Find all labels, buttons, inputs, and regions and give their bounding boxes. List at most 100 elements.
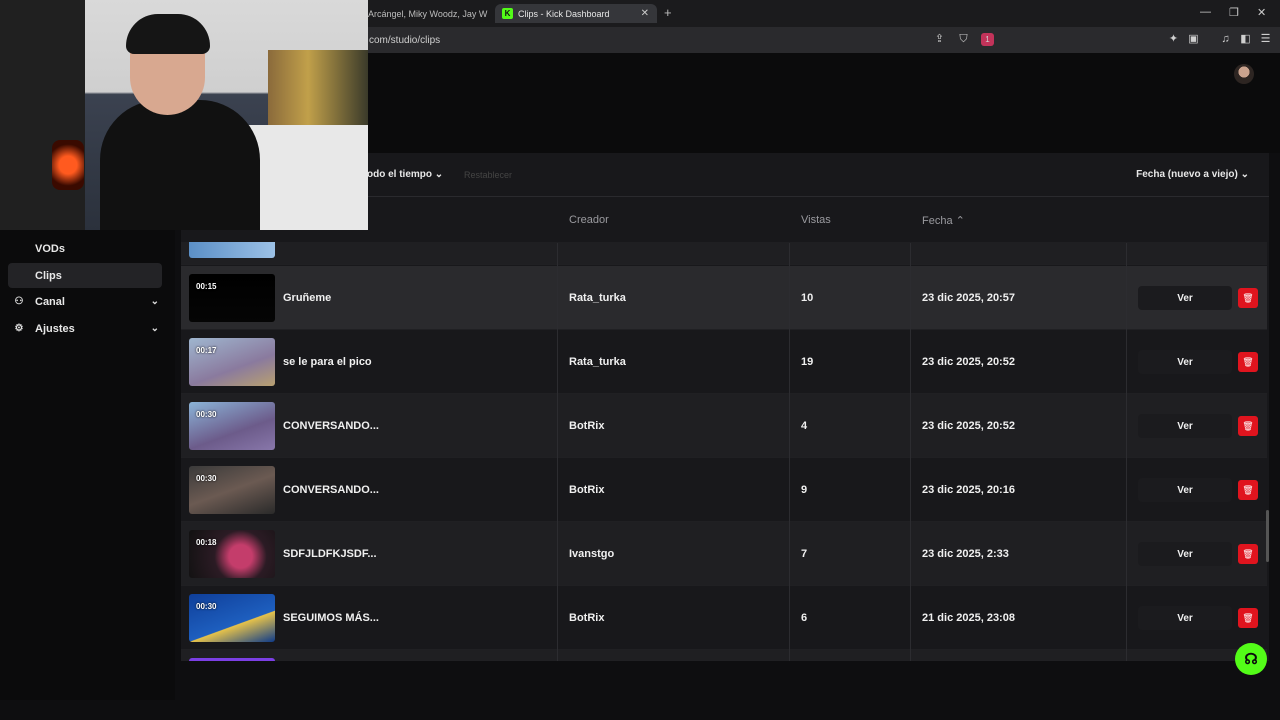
clip-views: 19: [801, 356, 814, 368]
table-row[interactable]: 00:30 SEGUIMOS MÁS... BotRix 6 21 dic 2025, …: [181, 586, 1267, 650]
table-row-partial: [181, 650, 1267, 661]
sidebar-item-vods[interactable]: VODs: [8, 236, 162, 261]
chevron-down-icon: ⌄: [434, 169, 444, 180]
reset-button[interactable]: Restablecer: [464, 170, 512, 180]
clip-title: se le para el pico: [283, 356, 372, 368]
music-icon[interactable]: ♫: [1219, 33, 1232, 46]
url-field[interactable]: com/studio/clips: [369, 35, 440, 46]
extension-badge-icon[interactable]: 1: [981, 33, 994, 46]
menu-icon[interactable]: ☰: [1259, 33, 1272, 46]
clip-creator: BotRix: [569, 612, 605, 624]
column-divider: [1126, 243, 1127, 661]
view-clip-button[interactable]: Ver: [1138, 606, 1232, 630]
clip-title: Gruñeme: [283, 292, 332, 304]
sidebar-toggle-icon[interactable]: ◧: [1239, 33, 1252, 46]
browser-tab-music[interactable]: Arcángel, Miky Woodz, Jay Whee: [368, 4, 488, 23]
kick-logo-icon: K: [502, 8, 513, 19]
delete-clip-button[interactable]: 🗑: [1238, 608, 1258, 628]
column-divider: [910, 243, 911, 661]
clip-thumbnail[interactable]: 00:30: [189, 594, 275, 642]
clip-thumbnail[interactable]: 00:30: [189, 402, 275, 450]
column-divider: [557, 243, 558, 661]
tab-title: Clips - Kick Dashboard: [518, 8, 610, 19]
close-window-icon[interactable]: ✕: [1257, 6, 1266, 19]
scrollbar[interactable]: [1266, 510, 1269, 562]
trash-icon: 🗑: [1242, 420, 1254, 431]
sidebar-item-ajustes[interactable]: ⚙ Ajustes ⌄: [8, 316, 162, 341]
delete-clip-button[interactable]: 🗑: [1238, 544, 1258, 564]
delete-clip-button[interactable]: 🗑: [1238, 416, 1258, 436]
view-clip-button[interactable]: Ver: [1138, 350, 1232, 374]
table-row-partial: [181, 242, 1267, 265]
clip-title: CONVERSANDO...: [283, 420, 379, 432]
sort-dropdown[interactable]: Fecha (nuevo a viejo) ⌄: [1136, 169, 1249, 180]
clip-date: 23 dic 2025, 20:16: [922, 484, 1015, 496]
clip-views: 7: [801, 548, 808, 560]
webcam-person: [100, 100, 260, 230]
sidebar-item-clips[interactable]: Clips: [8, 263, 162, 288]
view-clip-button[interactable]: Ver: [1138, 286, 1232, 310]
chevron-down-icon: ⌄: [1240, 169, 1249, 180]
clip-creator: Rata_turka: [569, 292, 626, 304]
close-tab-icon[interactable]: ✕: [641, 8, 649, 19]
clip-thumbnail[interactable]: 00:18: [189, 530, 275, 578]
delete-clip-button[interactable]: 🗑: [1238, 480, 1258, 500]
trash-icon: 🗑: [1242, 612, 1254, 623]
restore-icon[interactable]: ❐: [1229, 6, 1239, 19]
table-row[interactable]: 00:30 CONVERSANDO... BotRix 9 23 dic 2025, 2…: [181, 458, 1267, 522]
time-filter-label: odo el tiempo: [367, 169, 432, 180]
headset-icon: ☊: [1244, 651, 1258, 668]
extensions-icon[interactable]: ✦: [1167, 33, 1180, 46]
clip-date: 23 dic 2025, 20:52: [922, 356, 1015, 368]
clip-thumbnail: [189, 658, 275, 661]
chevron-down-icon: ⌄: [150, 296, 159, 307]
clip-duration: 00:30: [196, 474, 217, 483]
clip-title: SDFJLDFKJSDF...: [283, 548, 377, 560]
view-clip-button[interactable]: Ver: [1138, 478, 1232, 502]
tab-manager-icon[interactable]: ▣: [1187, 33, 1200, 46]
clip-thumbnail[interactable]: 00:15: [189, 274, 275, 322]
delete-clip-button[interactable]: 🗑: [1238, 288, 1258, 308]
clip-creator: BotRix: [569, 484, 605, 496]
chevron-down-icon: ⌄: [150, 323, 159, 334]
webcam-microphone: [52, 140, 84, 190]
column-header-views[interactable]: Vistas: [801, 214, 831, 226]
avatar[interactable]: [1234, 64, 1254, 84]
clip-thumbnail[interactable]: 00:30: [189, 466, 275, 514]
table-row[interactable]: 00:30 CONVERSANDO... BotRix 4 23 dic 2025, 2…: [181, 394, 1267, 458]
gear-icon: ⚙: [14, 323, 24, 334]
clip-thumbnail[interactable]: 00:17: [189, 338, 275, 386]
column-header-creator[interactable]: Creador: [569, 214, 609, 226]
view-clip-button[interactable]: Ver: [1138, 414, 1232, 438]
view-clip-button[interactable]: Ver: [1138, 542, 1232, 566]
clip-title: CONVERSANDO...: [283, 484, 379, 496]
browser-tab-kick-dashboard[interactable]: K Clips - Kick Dashboard ✕: [495, 4, 657, 23]
table-row[interactable]: 00:17 se le para el pico Rata_turka 19 23 di…: [181, 330, 1267, 394]
shield-icon[interactable]: ⛉: [957, 33, 970, 46]
clip-creator: Ivanstgo: [569, 548, 615, 560]
column-divider: [789, 243, 790, 661]
sidebar-item-canal[interactable]: ⚇ Canal ⌄: [8, 289, 162, 314]
clip-duration: 00:15: [196, 282, 217, 291]
trash-icon: 🗑: [1242, 292, 1254, 303]
table-row[interactable]: 00:18 SDFJLDFKJSDF... Ivanstgo 7 23 dic 2025…: [181, 522, 1267, 586]
sort-ascending-icon: ⌃: [955, 215, 965, 227]
help-chat-button[interactable]: ☊: [1235, 643, 1267, 675]
clip-duration: 00:30: [196, 410, 217, 419]
share-icon[interactable]: ⇪: [933, 33, 946, 46]
minimize-icon[interactable]: —: [1200, 6, 1211, 18]
column-header-date-label: Fecha: [922, 215, 953, 227]
clip-thumbnail: [189, 242, 275, 258]
tab-title: Arcángel, Miky Woodz, Jay Whee: [368, 8, 488, 19]
time-filter-dropdown[interactable]: odo el tiempo ⌄: [367, 169, 443, 180]
new-tab-button[interactable]: +: [664, 5, 672, 20]
table-row[interactable]: 00:15 Gruñeme Rata_turka 10 23 dic 2025, 20:…: [181, 266, 1267, 330]
delete-clip-button[interactable]: 🗑: [1238, 352, 1258, 372]
column-header-date[interactable]: Fecha ⌃: [922, 214, 965, 227]
trash-icon: 🗑: [1242, 548, 1254, 559]
sidebar-item-label: VODs: [35, 242, 65, 255]
clip-views: 4: [801, 420, 808, 432]
clip-views: 10: [801, 292, 814, 304]
clip-creator: BotRix: [569, 420, 605, 432]
sort-label: Fecha (nuevo a viejo): [1136, 169, 1238, 180]
